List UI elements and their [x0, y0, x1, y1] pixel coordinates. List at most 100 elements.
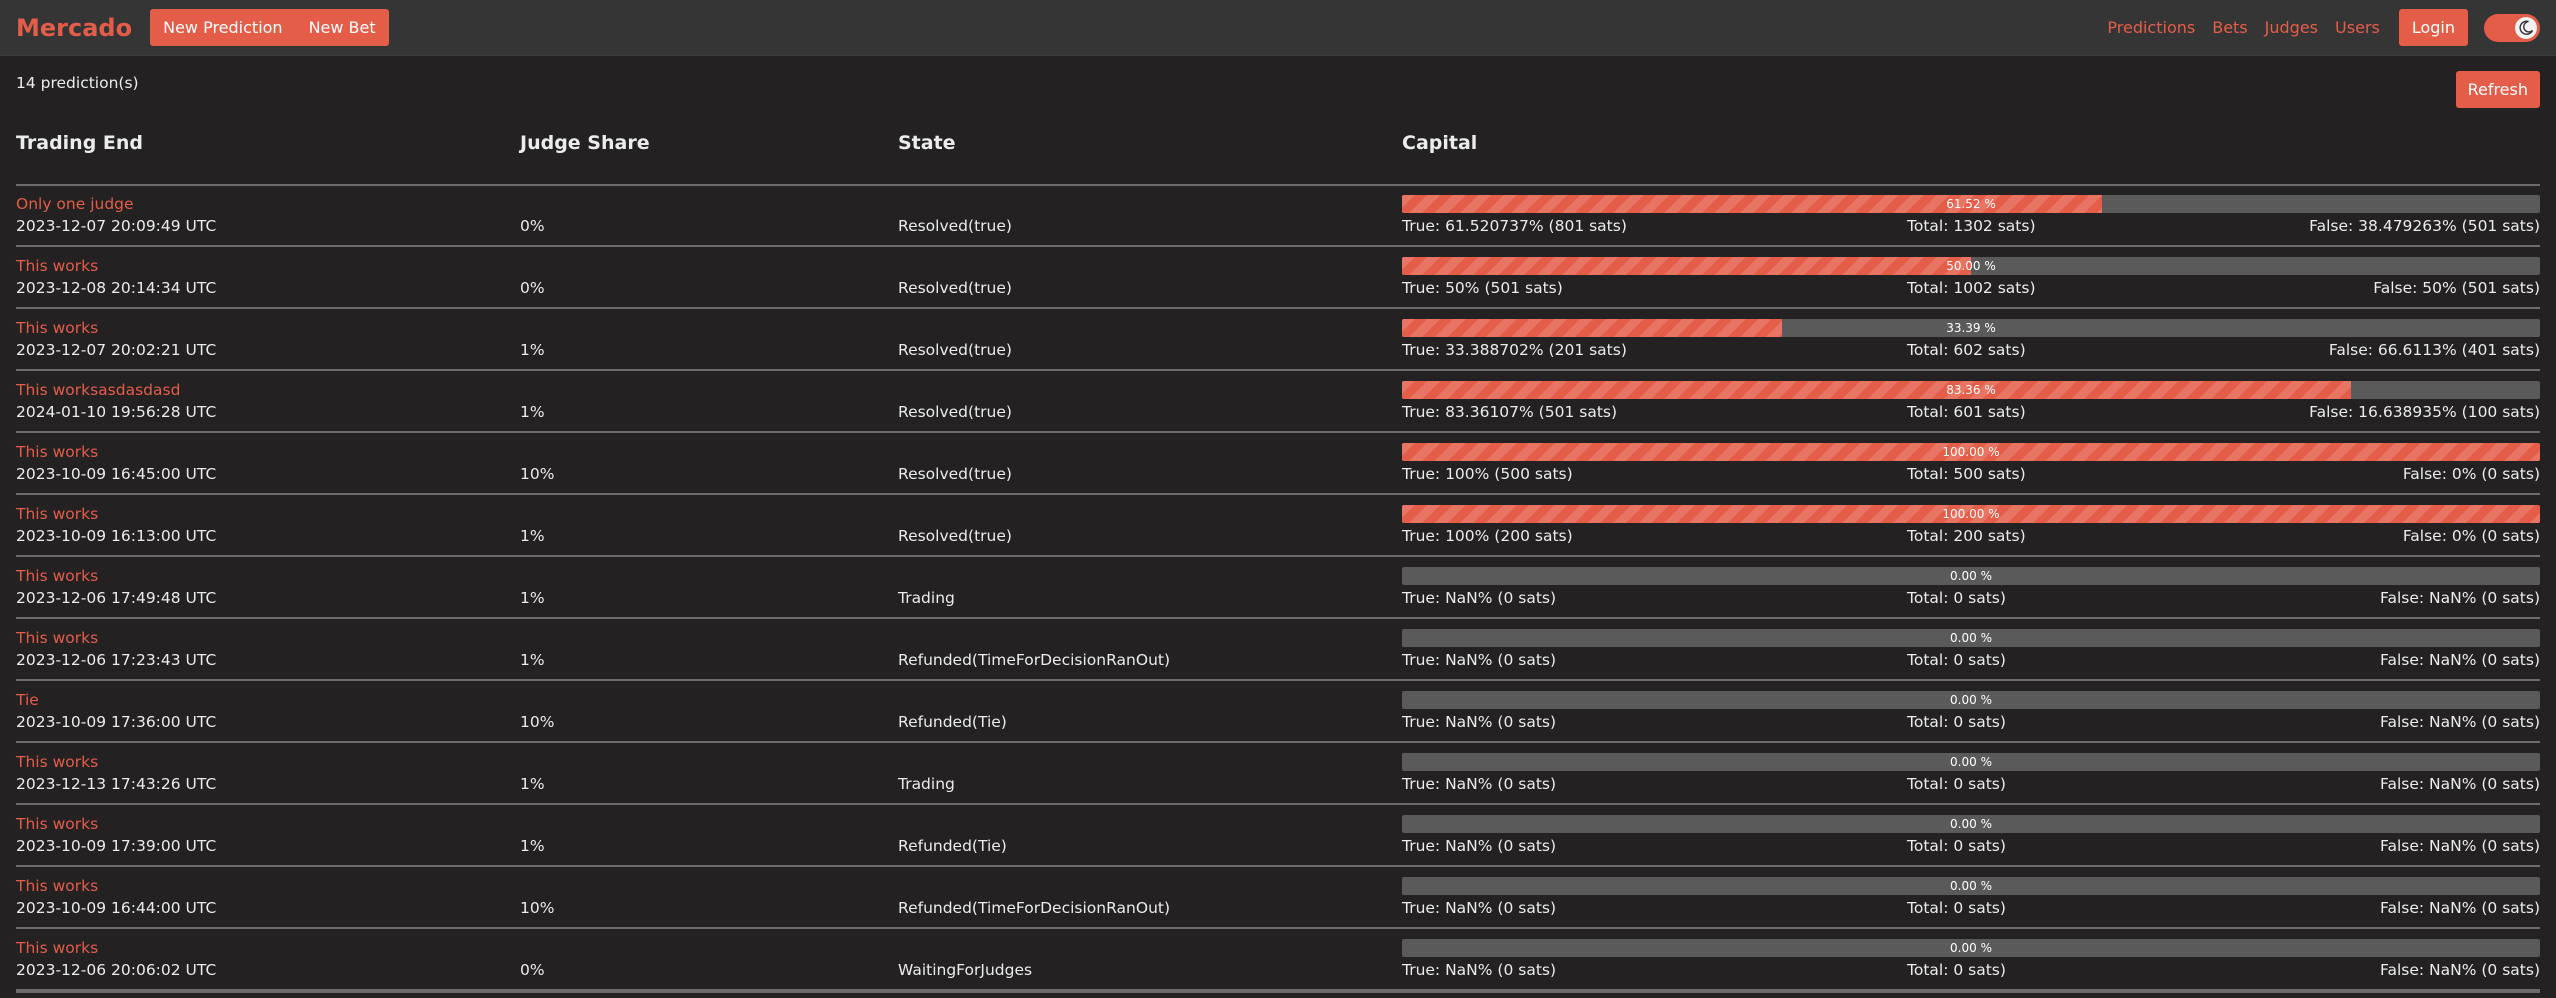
prediction-title-link[interactable]: This works [16, 753, 98, 771]
trading-end-date: 2023-12-06 20:06:02 UTC [16, 961, 217, 979]
prediction-title-link[interactable]: Only one judge [16, 195, 134, 213]
capital-true: True: NaN% (0 sats) [1402, 837, 1557, 855]
table-row: Tie 2023-10-09 17:36:00 UTC 10% Refunded(Ti… [16, 681, 2540, 743]
prediction-title-link[interactable]: This works [16, 939, 98, 957]
prediction-title-link[interactable]: This works [16, 319, 98, 337]
judge-share: 10% [520, 713, 555, 731]
table-row: This works 2023-10-09 16:45:00 UTC 10% Reso… [16, 433, 2540, 495]
prediction-state: Refunded(TimeForDecisionRanOut) [898, 899, 1171, 917]
prediction-title-link[interactable]: This works [16, 629, 98, 647]
trading-end-date: 2023-12-07 20:09:49 UTC [16, 217, 217, 235]
login-button[interactable]: Login [2398, 9, 2468, 46]
prediction-state: Refunded(Tie) [898, 837, 1007, 855]
capital-cell: 33.39 % True: 33.388702% (201 sats) Total:… [1402, 319, 2540, 361]
capital-cell: 0.00 % True: NaN% (0 sats) Total: 0 sats) F… [1402, 877, 2540, 919]
judge-share: 1% [520, 403, 545, 421]
capital-total: Total: 0 sats) [1907, 651, 2006, 669]
capital-progress-bar: 0.00 % [1402, 815, 2540, 833]
capital-total: Total: 601 sats) [1907, 403, 2026, 421]
nav-link-bets[interactable]: Bets [2212, 18, 2247, 37]
capital-total: Total: 0 sats) [1907, 775, 2006, 793]
header-capital: Capital [1402, 132, 1478, 154]
new-bet-button[interactable]: New Bet [296, 9, 389, 46]
capital-cell: 100.00 % True: 100% (200 sats) Total: 200 … [1402, 505, 2540, 547]
capital-percent-label: 61.52 % [1946, 197, 1996, 211]
capital-true: True: NaN% (0 sats) [1402, 899, 1557, 917]
capital-total: Total: 1002 sats) [1907, 279, 2036, 297]
capital-true: True: 50% (501 sats) [1402, 279, 1563, 297]
trading-end-date: 2023-10-09 17:39:00 UTC [16, 837, 217, 855]
capital-true: True: NaN% (0 sats) [1402, 713, 1557, 731]
capital-progress-bar: 33.39 % [1402, 319, 2540, 337]
prediction-title-link[interactable]: Tie [16, 691, 39, 709]
new-prediction-button[interactable]: New Prediction [150, 9, 295, 46]
header-state: State [898, 132, 956, 154]
create-button-group: New Prediction New Bet [150, 9, 389, 46]
prediction-title-link[interactable]: This works [16, 567, 98, 585]
table-row: This works 2023-10-09 16:13:00 UTC 1% Resol… [16, 495, 2540, 557]
prediction-title-link[interactable]: This works [16, 815, 98, 833]
capital-false: False: 16.638935% (100 sats) [2309, 403, 2540, 421]
capital-cell: 0.00 % True: NaN% (0 sats) Total: 0 sats) F… [1402, 691, 2540, 733]
table-row: This works 2023-12-06 17:23:43 UTC 1% Refun… [16, 619, 2540, 681]
judge-share: 1% [520, 589, 545, 607]
capital-cell: 100.00 % True: 100% (500 sats) Total: 500 … [1402, 443, 2540, 485]
capital-percent-label: 0.00 % [1950, 817, 1992, 831]
prediction-state: Trading [898, 775, 955, 793]
capital-false: False: NaN% (0 sats) [2379, 837, 2540, 855]
table-row: This worksasdasdasd 2024-01-10 19:56:28 U… [16, 371, 2540, 433]
capital-true: True: NaN% (0 sats) [1402, 651, 1557, 669]
prediction-count: 14 prediction(s) [16, 74, 139, 92]
prediction-state: WaitingForJudges [898, 961, 1033, 979]
table-row: This works 2023-12-06 20:06:02 UTC 0% Waiti… [16, 929, 2540, 991]
capital-percent-label: 0.00 % [1950, 879, 1992, 893]
prediction-title-link[interactable]: This works [16, 877, 98, 895]
capital-percent-label: 100.00 % [1942, 507, 2000, 521]
capital-true: True: NaN% (0 sats) [1402, 961, 1557, 979]
capital-progress-bar: 0.00 % [1402, 691, 2540, 709]
brand-logo[interactable]: Mercado [16, 14, 132, 42]
trading-end-date: 2023-10-09 17:36:00 UTC [16, 713, 217, 731]
capital-percent-label: 0.00 % [1950, 569, 1992, 583]
trading-end-date: 2023-12-07 20:02:21 UTC [16, 341, 217, 359]
capital-false: False: 50% (501 sats) [2373, 279, 2540, 297]
nav-link-predictions[interactable]: Predictions [2107, 18, 2195, 37]
prediction-title-link[interactable]: This works [16, 257, 98, 275]
capital-progress-bar: 0.00 % [1402, 629, 2540, 647]
capital-true: True: NaN% (0 sats) [1402, 775, 1557, 793]
table-bottom-divider [16, 991, 2540, 993]
nav-link-judges[interactable]: Judges [2265, 18, 2318, 37]
prediction-title-link[interactable]: This worksasdasdasd [16, 381, 180, 399]
capital-false: False: NaN% (0 sats) [2379, 589, 2540, 607]
judge-share: 10% [520, 465, 555, 483]
table-row: This works 2023-12-13 17:43:26 UTC 1% Tradi… [16, 743, 2540, 805]
predictions-table-body: Only one judge 2023-12-07 20:09:49 UTC 0% R… [16, 185, 2540, 991]
capital-true: True: 83.36107% (501 sats) [1402, 403, 1618, 421]
capital-false: False: NaN% (0 sats) [2379, 651, 2540, 669]
theme-toggle[interactable] [2484, 13, 2540, 42]
capital-progress-bar: 0.00 % [1402, 753, 2540, 771]
judge-share: 10% [520, 899, 555, 917]
nav-link-users[interactable]: Users [2335, 18, 2380, 37]
capital-cell: 61.52 % True: 61.520737% (801 sats) Total:… [1402, 195, 2540, 237]
table-row: This works 2023-10-09 16:44:00 UTC 10% Refu… [16, 867, 2540, 929]
prediction-title-link[interactable]: This works [16, 505, 98, 523]
capital-false: False: NaN% (0 sats) [2379, 961, 2540, 979]
prediction-state: Resolved(true) [898, 465, 1012, 483]
trading-end-date: 2023-10-09 16:13:00 UTC [16, 527, 217, 545]
capital-true: True: 100% (200 sats) [1402, 527, 1573, 545]
capital-percent-label: 0.00 % [1950, 693, 1992, 707]
capital-progress-bar: 83.36 % [1402, 381, 2540, 399]
capital-false: False: 0% (0 sats) [2402, 465, 2540, 483]
refresh-button[interactable]: Refresh [2455, 71, 2540, 108]
judge-share: 1% [520, 527, 545, 545]
capital-false: False: 66.6113% (401 sats) [2328, 341, 2540, 359]
trading-end-date: 2023-12-08 20:14:34 UTC [16, 279, 217, 297]
judge-share: 1% [520, 837, 545, 855]
capital-cell: 0.00 % True: NaN% (0 sats) Total: 0 sats) F… [1402, 939, 2540, 981]
prediction-state: Resolved(true) [898, 217, 1012, 235]
prediction-title-link[interactable]: This works [16, 443, 98, 461]
navbar: Mercado New Prediction New Bet Predictio… [0, 0, 2556, 56]
judge-share: 0% [520, 961, 545, 979]
capital-true: True: 61.520737% (801 sats) [1402, 217, 1627, 235]
